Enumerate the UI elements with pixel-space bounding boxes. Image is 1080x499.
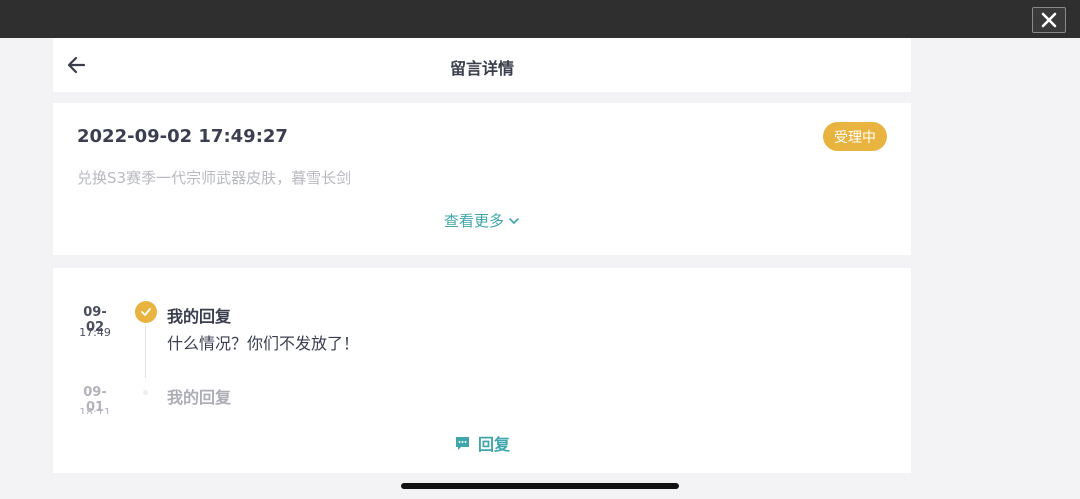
reply-title: 我的回复 [167,307,232,326]
message-card: 2022-09-02 17:49:27 受理中 兑换S3赛季一代宗师武器皮肤，暮… [53,103,911,255]
check-icon [135,301,157,323]
close-icon [1041,12,1057,28]
timeline-line [145,326,146,378]
message-content: 兑换S3赛季一代宗师武器皮肤，暮雪长剑 [77,169,352,187]
chevron-down-icon [509,217,519,224]
close-button[interactable] [1032,7,1066,33]
status-badge: 受理中 [823,122,887,151]
reply-label: 回复 [477,435,510,454]
chat-bubble-icon [455,436,469,450]
timeline-list[interactable]: 09-02 17:49 我的回复 什么情况？你们不发放了！ 09-01 18:1… [53,268,911,414]
page-header: 留言详情 [53,38,911,92]
reply-timeline-card: 09-02 17:49 我的回复 什么情况？你们不发放了！ 09-01 18:1… [53,268,911,473]
reply-text: 什么情况？你们不发放了！ [167,334,360,353]
timeline-time: 18:11 [79,406,111,414]
reply-title: 我的回复 [167,388,232,407]
reply-button[interactable]: 回复 [53,431,911,455]
top-bar [0,0,1080,38]
timeline-dot [143,390,148,395]
page-title: 留言详情 [449,59,514,78]
message-datetime: 2022-09-02 17:49:27 [77,126,288,147]
view-more-label: 查看更多 [443,212,504,230]
timeline-time: 17:49 [79,326,111,339]
home-indicator[interactable] [401,483,679,489]
view-more-link[interactable]: 查看更多 [53,210,911,231]
